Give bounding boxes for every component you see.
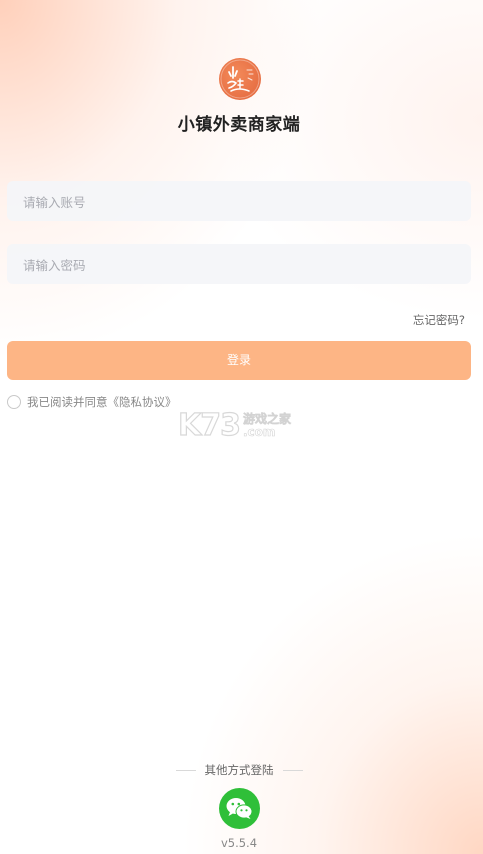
divider-line-left (175, 769, 196, 771)
privacy-policy-link[interactable]: 《隐私协议》 (108, 394, 177, 410)
account-input[interactable] (21, 181, 461, 223)
app-title: 小镇外卖商家端 (177, 115, 301, 135)
version-label: v5.5.4 (220, 836, 258, 850)
watermark-brand: K73 (177, 407, 241, 443)
watermark: K73 游戏之家 .com (177, 407, 292, 443)
wechat-login-button[interactable] (219, 788, 260, 829)
wechat-icon (226, 798, 253, 819)
password-input[interactable] (21, 244, 461, 286)
other-login-label: 其他方式登陆 (204, 763, 274, 777)
login-button[interactable]: 登录 (7, 341, 471, 380)
other-login-divider: 其他方式登陆 (0, 762, 478, 778)
password-field[interactable] (7, 244, 471, 286)
app-logo (219, 58, 261, 100)
agreement-text: 我已阅读并同意 (27, 395, 108, 409)
watermark-line2: .com (243, 424, 276, 439)
account-field[interactable] (7, 181, 471, 223)
divider-line-right (282, 769, 303, 771)
agreement-checkbox[interactable] (7, 395, 21, 409)
watermark-line1: 游戏之家 (243, 411, 292, 426)
forgot-password-link[interactable]: 忘记密码? (413, 312, 465, 328)
agreement-row: 我已阅读并同意 《隐私协议》 (7, 394, 177, 410)
